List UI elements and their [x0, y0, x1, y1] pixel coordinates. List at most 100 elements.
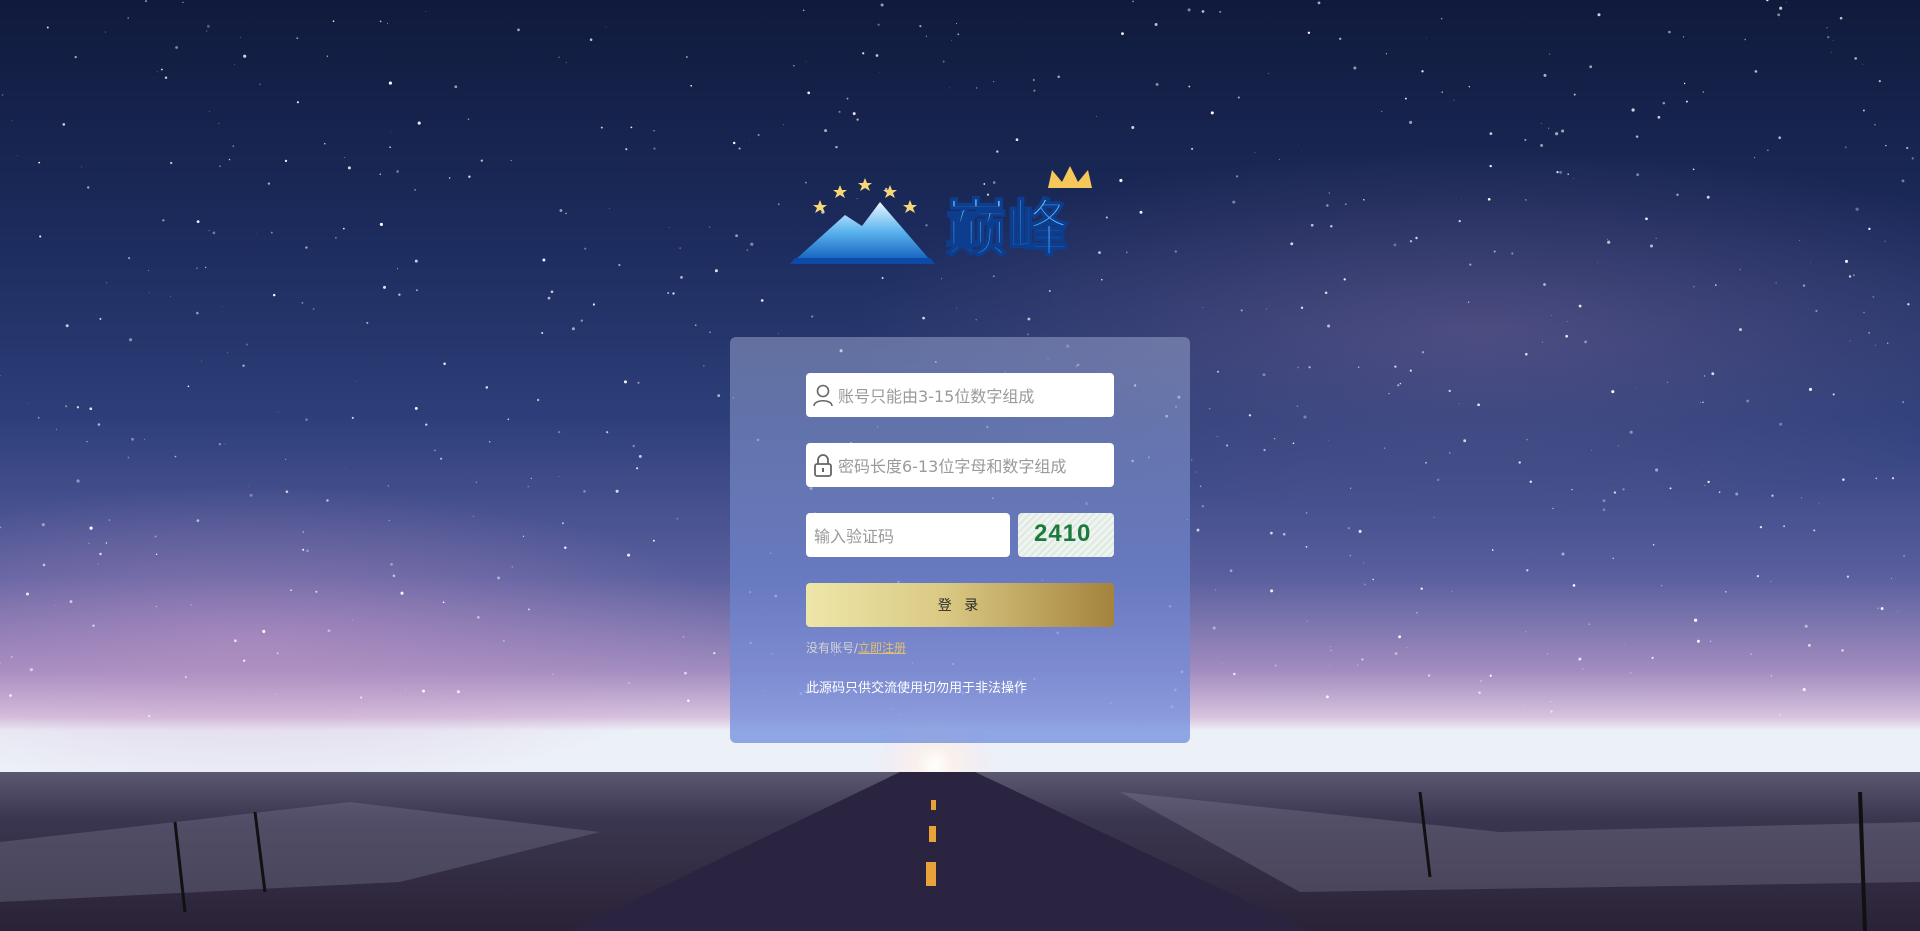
star	[1815, 309, 1818, 312]
password-input[interactable]	[836, 443, 1110, 489]
star	[434, 449, 436, 451]
star	[388, 519, 390, 522]
star	[1635, 135, 1639, 138]
star	[1817, 586, 1819, 587]
star	[55, 428, 58, 430]
star	[1453, 99, 1455, 101]
star	[1744, 38, 1746, 41]
star	[182, 1, 184, 4]
star	[709, 331, 711, 333]
star	[1578, 304, 1582, 308]
star	[690, 84, 693, 87]
login-button[interactable]: 登 录	[806, 583, 1114, 627]
star	[1196, 528, 1200, 532]
star	[1394, 365, 1397, 368]
star	[143, 438, 146, 441]
star	[1880, 607, 1884, 610]
star	[1195, 471, 1197, 473]
star	[305, 246, 308, 249]
star	[1692, 168, 1695, 171]
star	[1875, 477, 1878, 480]
star	[16, 154, 18, 156]
star	[636, 467, 639, 470]
star	[26, 592, 29, 596]
captcha-input[interactable]	[812, 513, 1006, 559]
star	[679, 247, 681, 249]
star	[1832, 40, 1834, 42]
star	[1139, 210, 1143, 214]
username-input[interactable]	[836, 373, 1110, 419]
star	[687, 699, 690, 702]
star	[1766, 0, 1769, 2]
star	[1685, 100, 1688, 103]
star	[0, 526, 2, 529]
star	[1297, 144, 1299, 146]
star	[948, 87, 950, 89]
star	[62, 123, 66, 126]
star	[615, 489, 619, 493]
star	[653, 129, 655, 132]
captcha-image[interactable]: 2410	[1018, 513, 1114, 557]
star	[1556, 171, 1559, 174]
star	[205, 266, 207, 269]
star	[1389, 646, 1391, 648]
star	[1526, 569, 1529, 572]
star	[1702, 464, 1704, 466]
star	[668, 227, 670, 228]
star	[128, 257, 131, 260]
star	[206, 24, 210, 28]
star	[1617, 445, 1619, 447]
star	[1645, 217, 1648, 221]
star	[1897, 610, 1899, 612]
star	[41, 523, 45, 527]
star	[1394, 652, 1398, 656]
star	[387, 485, 389, 487]
star	[623, 380, 628, 384]
star	[559, 209, 563, 212]
star	[552, 673, 554, 675]
star	[388, 81, 392, 85]
star	[600, 126, 603, 129]
star	[1121, 32, 1124, 35]
star	[565, 62, 567, 64]
star	[398, 293, 401, 296]
star	[475, 481, 477, 483]
star	[1662, 101, 1666, 105]
star	[1525, 199, 1527, 201]
star	[456, 690, 460, 694]
star	[249, 493, 253, 497]
star	[1874, 344, 1876, 346]
star	[88, 542, 90, 545]
star	[1540, 122, 1542, 124]
star	[1426, 37, 1428, 39]
star	[1783, 525, 1786, 528]
star	[99, 317, 102, 320]
star	[209, 111, 211, 113]
star	[760, 299, 764, 302]
star	[628, 682, 630, 684]
star	[750, 242, 754, 246]
star	[564, 546, 567, 550]
star	[627, 553, 631, 557]
star	[105, 31, 107, 33]
star	[1210, 111, 1214, 115]
star	[37, 416, 40, 419]
star	[1226, 444, 1229, 447]
star	[1307, 31, 1311, 35]
star	[708, 226, 711, 228]
star	[1254, 152, 1256, 154]
star	[1555, 132, 1559, 136]
star	[69, 600, 73, 604]
star	[1582, 668, 1584, 670]
star	[1725, 591, 1727, 593]
star	[392, 574, 396, 578]
star	[1571, 488, 1573, 491]
star	[1696, 639, 1700, 643]
star	[1363, 562, 1364, 564]
star	[571, 327, 575, 331]
star	[97, 563, 99, 565]
crown-icon	[1048, 166, 1092, 188]
register-link[interactable]: 立即注册	[858, 641, 906, 655]
star	[39, 235, 42, 238]
star	[259, 83, 261, 86]
